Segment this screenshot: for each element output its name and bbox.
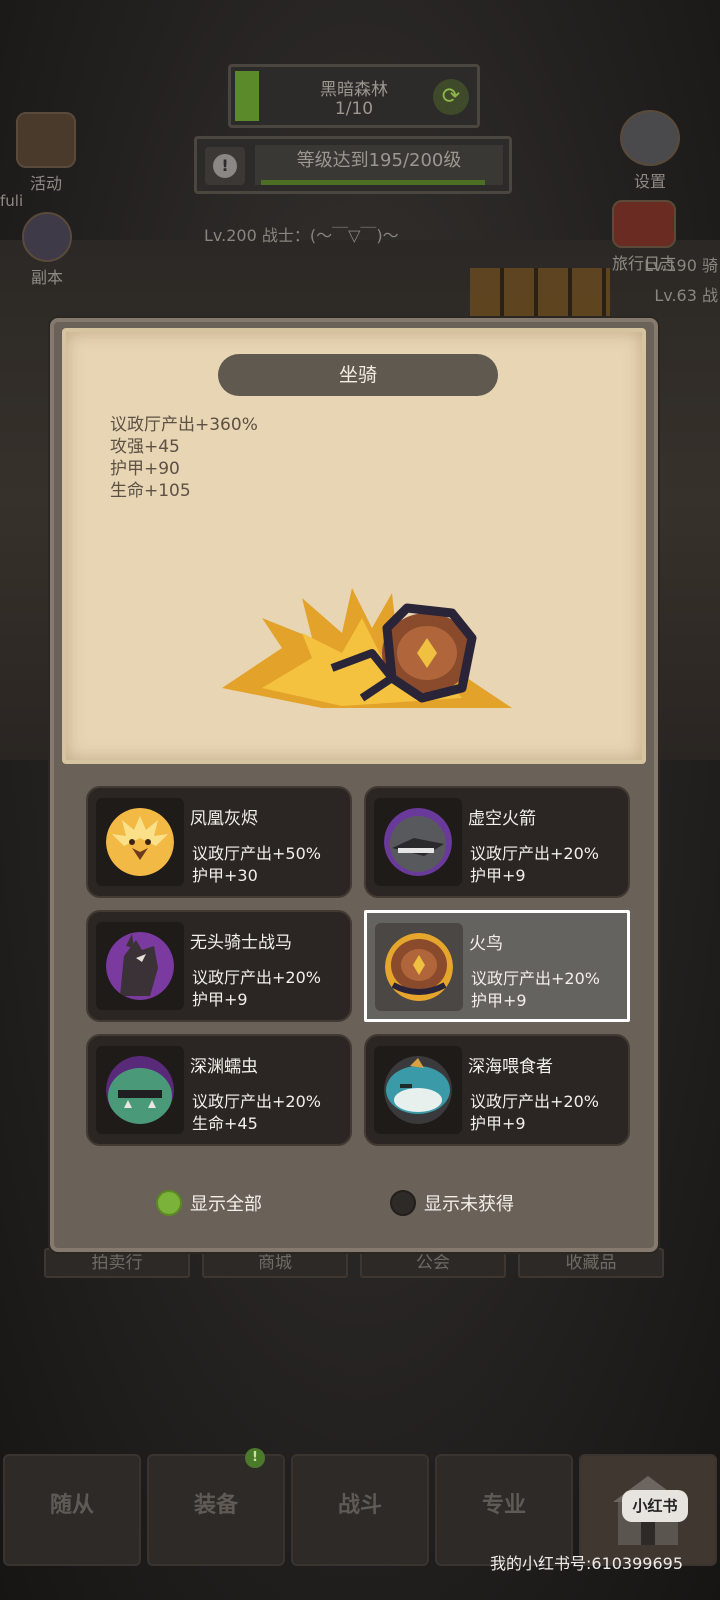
collection-button[interactable]: 收藏品 [518, 1248, 664, 1278]
mount-card-deep-sea-feeder[interactable]: 深海喂食者 议政厅产出+20% 护甲+9 [364, 1034, 630, 1146]
player-info: Lv.200 战士：(～￣▽￣)～ [204, 226, 399, 245]
mount-name: 火鸟 [469, 934, 503, 954]
deep-sea-feeder-portrait-icon [384, 1056, 452, 1124]
auction-house-button[interactable]: 拍卖行 [44, 1248, 190, 1278]
quest-text: 等级达到195/200级 [255, 145, 503, 185]
fuli-label: fuli [0, 192, 24, 210]
mount-stat: 议政厅产出+50% [192, 844, 321, 863]
activity-scroll-icon [16, 112, 76, 168]
filter-show-unowned-label: 显示未获得 [424, 1194, 514, 1215]
quest-progress-bar [261, 180, 485, 185]
portrait-frame [96, 922, 184, 1010]
dungeon-label: 副本 [30, 268, 63, 287]
mount-detail-panel: 坐骑 议政厅产出+360% 攻强+45 护甲+90 生命+105 [62, 328, 646, 764]
mount-card-void-rocket[interactable]: 虚空火箭 议政厅产出+20% 护甲+9 [364, 786, 630, 898]
activity-button[interactable]: 活动 [16, 112, 76, 194]
mount-stat: 议政厅产出+20% [471, 969, 600, 988]
headless-horse-portrait-icon [106, 932, 174, 1000]
mount-stat: 议政厅产出+20% [192, 968, 321, 987]
mount-stat: 护甲+30 [192, 866, 258, 885]
shop-button[interactable]: 商城 [202, 1248, 348, 1278]
mount-stat: 议政厅产出+20% [192, 1092, 321, 1111]
portrait-frame [96, 798, 184, 886]
abyssal-worm-portrait-icon [106, 1056, 174, 1124]
mount-card-abyssal-worm[interactable]: 深渊蠕虫 议政厅产出+20% 生命+45 [86, 1034, 352, 1146]
exclamation-icon: ! [213, 154, 237, 178]
portrait-frame [96, 1046, 184, 1134]
mount-card-phoenix-ashes[interactable]: 凤凰灰烬 议政厅产出+50% 护甲+30 [86, 786, 352, 898]
scene-window [470, 268, 610, 324]
mount-stat: 护甲+9 [470, 866, 526, 885]
mount-modal: 坐骑 议政厅产出+360% 攻强+45 护甲+90 生命+105 凤凰灰烬 议政… [50, 318, 658, 1252]
quest-alert: ! [205, 147, 245, 185]
travel-log-book-icon [612, 200, 676, 248]
mount-stat: 生命+45 [192, 1114, 258, 1133]
mount-name: 虚空火箭 [468, 809, 536, 829]
tab-battle[interactable]: 战斗 [291, 1454, 429, 1566]
mount-name: 深渊蠕虫 [190, 1057, 258, 1077]
stage-panel[interactable]: 黑暗森林 1/10 ⟳ [228, 64, 480, 128]
stat-line: 议政厅产出+360% [110, 415, 258, 435]
xiaohongshu-logo: 小红书 [622, 1490, 688, 1522]
radio-selected-icon [156, 1190, 182, 1216]
filter-show-all-label: 显示全部 [190, 1194, 262, 1215]
watermark-text: 我的小红书号:610399695 [490, 1554, 684, 1573]
filter-show-all[interactable]: 显示全部 [156, 1190, 262, 1216]
mount-stat: 护甲+9 [470, 1114, 526, 1133]
quest-panel[interactable]: ! 等级达到195/200级 [194, 136, 512, 194]
dungeon-button[interactable]: 副本 [22, 212, 72, 288]
gear-icon [620, 110, 680, 166]
tab-followers[interactable]: 随从 [3, 1454, 141, 1566]
refresh-cycle-icon[interactable]: ⟳ [433, 79, 469, 115]
right-level-2: Lv.63 战 [654, 286, 718, 305]
mount-card-firebird[interactable]: 火鸟 议政厅产出+20% 护甲+9 [364, 910, 630, 1022]
mount-stats: 议政厅产出+360% 攻强+45 护甲+90 生命+105 [110, 414, 258, 502]
stat-line: 护甲+90 [110, 459, 180, 479]
mount-stat: 议政厅产出+20% [470, 844, 599, 863]
portrait-frame [374, 798, 462, 886]
mount-name: 深海喂食者 [468, 1057, 553, 1077]
radio-unselected-icon [390, 1190, 416, 1216]
background-menu: 拍卖行 商城 公会 收藏品 [44, 1248, 664, 1278]
mount-stat: 护甲+9 [471, 991, 527, 1010]
modal-title: 坐骑 [218, 354, 498, 396]
mount-list: 凤凰灰烬 议政厅产出+50% 护甲+30 虚空火箭 议政厅产出+20% 护甲+9 [86, 786, 630, 1146]
portrait-frame [374, 1046, 462, 1134]
settings-button[interactable]: 设置 [620, 110, 680, 192]
dungeon-portal-icon [22, 212, 72, 262]
phoenix-portrait-icon [106, 808, 174, 876]
stat-line: 攻强+45 [110, 437, 180, 457]
portrait-frame [375, 923, 463, 1011]
guild-button[interactable]: 公会 [360, 1248, 506, 1278]
void-rocket-portrait-icon [384, 808, 452, 876]
filter-show-unowned[interactable]: 显示未获得 [390, 1190, 514, 1216]
mount-stat: 议政厅产出+20% [470, 1092, 599, 1111]
right-level-1: Lv.190 骑 [644, 256, 718, 275]
tab-equipment[interactable]: 装备 ! [147, 1448, 285, 1566]
mount-stat: 护甲+9 [192, 990, 248, 1009]
settings-label: 设置 [633, 172, 666, 191]
activity-label: 活动 [29, 174, 62, 193]
notification-badge: ! [245, 1448, 265, 1468]
mount-name: 凤凰灰烬 [190, 809, 258, 829]
mount-card-headless-horse[interactable]: 无头骑士战马 议政厅产出+20% 护甲+9 [86, 910, 352, 1022]
firebird-mount-image [222, 588, 512, 708]
stat-line: 生命+105 [110, 481, 191, 501]
mount-name: 无头骑士战马 [190, 933, 292, 953]
tab-equipment-label: 装备 [193, 1493, 238, 1518]
firebird-portrait-icon [385, 933, 453, 1001]
